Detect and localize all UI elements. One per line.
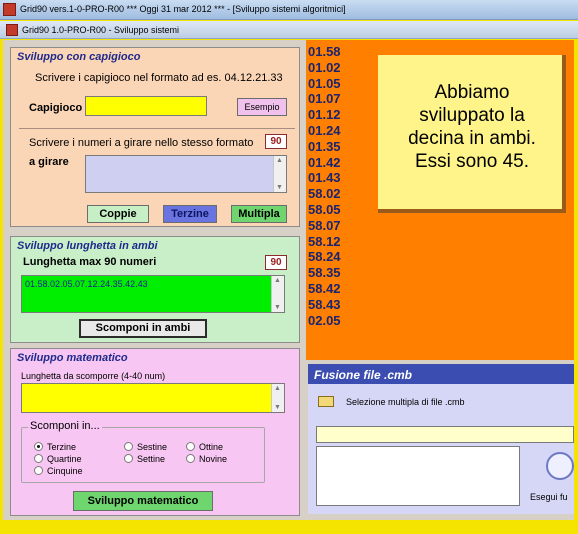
window-titlebar: Grid90 vers.1-0-PRO-R00 *** Oggi 31 mar … (0, 0, 578, 20)
ambi-list: 01.58 01.02 01.05 01.07 01.12 01.24 01.3… (308, 44, 341, 328)
fusione-panel: Fusione file .cmb Selezione multipla di … (308, 364, 574, 514)
child-window-titlebar: Grid90 1.0-PRO-R00 - Sviluppo sistemi (0, 21, 578, 39)
capigioco-input[interactable] (85, 96, 207, 116)
ambo-item: 01.12 (308, 107, 341, 123)
ambo-item: 01.58 (308, 44, 341, 59)
esempio-button[interactable]: Esempio (237, 98, 287, 116)
scroll-up-icon[interactable]: ▲ (274, 385, 281, 392)
multipla-button[interactable]: Multipla (231, 205, 287, 223)
lunghetta-length-label: Lunghetta max 90 numeri (23, 256, 157, 268)
capigioco-divider (19, 128, 295, 129)
window-title: Grid90 vers.1-0-PRO-R00 *** Oggi 31 mar … (20, 4, 346, 14)
ambo-item: 01.02 (308, 59, 341, 75)
capigioco-panel-title: Sviluppo con capigioco (17, 51, 141, 63)
scomponi-groupbox: Scomponi in... Terzine Quartine Cinquine… (21, 420, 265, 483)
note-text: Abbiamo sviluppato la decina in ambi. Es… (408, 82, 536, 172)
scroll-up-icon[interactable]: ▲ (276, 157, 283, 164)
child-app-icon (6, 24, 18, 36)
fusione-panel-title: Fusione file .cmb (314, 368, 413, 382)
annotation-note: Abbiamo sviluppato la decina in ambi. Es… (378, 55, 566, 213)
scroll-down-icon[interactable]: ▼ (274, 404, 281, 411)
radio-terzine[interactable]: Terzine (34, 442, 76, 452)
radio-ottine[interactable]: Ottine (186, 442, 223, 452)
ambo-item: 58.43 (308, 296, 341, 312)
fusione-selection-label[interactable]: Selezione multipla di file .cmb (346, 397, 465, 407)
numbers-count-badge: 90 (265, 134, 287, 149)
app-icon (3, 3, 16, 16)
esegui-fusione-label[interactable]: Esegui fu (530, 492, 568, 502)
terzine-button[interactable]: Terzine (163, 205, 217, 223)
radio-quartine[interactable]: Quartine (34, 454, 82, 464)
radio-cinquine[interactable]: Cinquine (34, 466, 83, 476)
numbers-instruction: Scrivere i numeri a girare nello stesso … (29, 137, 254, 149)
spiral-icon[interactable] (546, 452, 574, 480)
matematico-input[interactable]: ▲ ▼ (21, 383, 285, 413)
ambo-item: 58.12 (308, 233, 341, 249)
fusione-path-input[interactable] (316, 426, 574, 443)
radio-unselected-icon (34, 466, 43, 475)
ambo-item: 01.43 (308, 170, 341, 186)
fusione-panel-header: Fusione file .cmb (308, 364, 574, 384)
ambo-item: 02.05 (308, 312, 341, 328)
capigioco-label: Capigioco (29, 102, 83, 114)
lunghetta-scrollbar[interactable]: ▲ ▼ (271, 276, 284, 312)
fusione-file-list[interactable] (316, 446, 520, 506)
lunghetta-panel-title: Sviluppo lunghetta in ambi (17, 240, 158, 252)
radio-unselected-icon (34, 454, 43, 463)
ambo-item: 01.24 (308, 122, 341, 138)
radio-sestine[interactable]: Sestine (124, 442, 167, 452)
lunghetta-input[interactable]: 01.58.02.05.07.12.24.35.42.43 ▲ ▼ (21, 275, 285, 313)
capigioco-instruction: Scrivere i capigioco nel formato ad es. … (35, 72, 283, 84)
coppie-button[interactable]: Coppie (87, 205, 149, 223)
ambo-item: 58.05 (308, 201, 341, 217)
ambo-item: 01.07 (308, 91, 341, 107)
matematico-length-label: Lunghetta da scomporre (4-40 num) (21, 371, 166, 381)
ambo-item: 58.07 (308, 217, 341, 233)
radio-unselected-icon (124, 454, 133, 463)
scroll-up-icon[interactable]: ▲ (274, 277, 281, 284)
ambo-item: 58.35 (308, 265, 341, 281)
ambo-item: 01.35 (308, 138, 341, 154)
matematico-panel: Sviluppo matematico Lunghetta da scompor… (10, 348, 300, 516)
lunghetta-value: 01.58.02.05.07.12.24.35.42.43 (25, 279, 148, 289)
radio-unselected-icon (186, 454, 195, 463)
ambo-item: 58.24 (308, 249, 341, 265)
ambo-item: 01.05 (308, 75, 341, 91)
radio-selected-icon (34, 442, 43, 451)
open-folder-icon[interactable] (318, 396, 334, 407)
radio-novine[interactable]: Novine (186, 454, 227, 464)
scomponi-groupbox-title: Scomponi in... (28, 420, 102, 432)
matematico-panel-title: Sviluppo matematico (17, 352, 128, 364)
ambo-item: 58.02 (308, 186, 341, 202)
sviluppo-matematico-button[interactable]: Sviluppo matematico (73, 491, 213, 511)
lunghetta-panel: Sviluppo lunghetta in ambi Lunghetta max… (10, 236, 300, 343)
scroll-down-icon[interactable]: ▼ (274, 304, 281, 311)
matematico-scrollbar[interactable]: ▲ ▼ (271, 384, 284, 412)
child-window-title: Grid90 1.0-PRO-R00 - Sviluppo sistemi (22, 25, 180, 35)
capigioco-panel: Sviluppo con capigioco Scrivere i capigi… (10, 47, 300, 227)
radio-unselected-icon (124, 442, 133, 451)
ambo-item: 01.42 (308, 154, 341, 170)
scomponi-ambi-button[interactable]: Scomponi in ambi (79, 319, 207, 338)
a-girare-scrollbar[interactable]: ▲ ▼ (273, 156, 286, 192)
a-girare-input[interactable]: ▲ ▼ (85, 155, 287, 193)
radio-unselected-icon (186, 442, 195, 451)
radio-settine[interactable]: Settine (124, 454, 165, 464)
ambo-item: 58.42 (308, 280, 341, 296)
scroll-down-icon[interactable]: ▼ (276, 184, 283, 191)
a-girare-label: a girare (29, 156, 69, 168)
lunghetta-count-badge: 90 (265, 255, 287, 270)
